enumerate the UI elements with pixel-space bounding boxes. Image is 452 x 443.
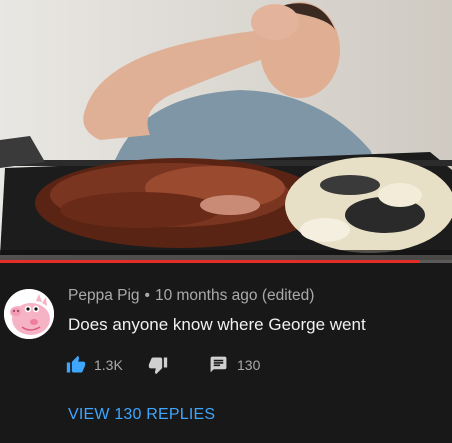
like-count: 1.3K: [94, 357, 123, 373]
thumbs-down-icon: [148, 357, 168, 375]
comment-author[interactable]: Peppa Pig: [68, 287, 140, 304]
view-replies-button[interactable]: VIEW 130 REPLIES: [68, 406, 215, 424]
comment-meta: Peppa Pig • 10 months ago (edited): [68, 287, 314, 305]
thumbs-up-icon: [66, 355, 86, 373]
meta-separator: •: [144, 287, 150, 304]
peppa-pig-avatar-icon: [4, 289, 54, 339]
video-thumbnail-image: [0, 0, 452, 262]
comment-actions: 1.3K 130: [66, 355, 446, 377]
reply-count: 130: [237, 356, 261, 373]
reply-button[interactable]: 130: [209, 355, 260, 374]
video-frame[interactable]: [0, 0, 452, 262]
avatar[interactable]: [4, 289, 54, 339]
comment-icon: [210, 356, 227, 373]
comment-text: Does anyone know where George went: [68, 315, 366, 334]
like-button[interactable]: 1.3K: [66, 355, 123, 375]
comment-card: Peppa Pig • 10 months ago (edited) Does an…: [0, 263, 452, 443]
dislike-button[interactable]: [148, 355, 168, 375]
comment-time: 10 months ago (edited): [154, 287, 315, 304]
